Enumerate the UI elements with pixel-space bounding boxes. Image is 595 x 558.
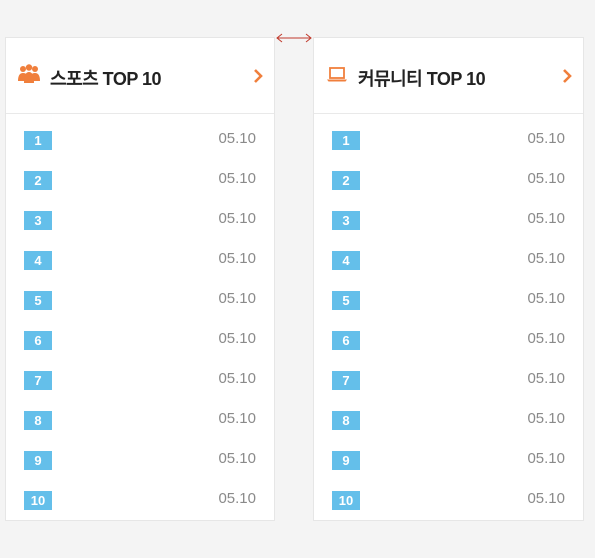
item-date: 05.10 (527, 490, 565, 507)
chevron-right-icon[interactable] (252, 68, 264, 84)
list-item[interactable]: 3 05.10 (6, 210, 274, 250)
rank-badge: 2 (24, 171, 52, 190)
users-icon (18, 64, 40, 83)
item-date: 05.10 (527, 170, 565, 187)
list-item[interactable]: 2 05.10 (6, 170, 274, 210)
resize-horizontal-icon[interactable] (274, 31, 314, 45)
rank-badge: 2 (332, 171, 360, 190)
rank-badge: 8 (24, 411, 52, 430)
item-date: 05.10 (218, 130, 256, 147)
list-item[interactable]: 3 05.10 (314, 210, 583, 250)
list-item[interactable]: 10 05.10 (6, 490, 274, 530)
rank-list: 1 05.10 2 05.10 3 05.10 4 05.10 5 05.10 6 05.1… (314, 130, 583, 530)
rank-badge: 1 (24, 131, 52, 150)
rank-badge: 10 (24, 491, 52, 510)
rank-badge: 5 (24, 291, 52, 310)
item-date: 05.10 (527, 330, 565, 347)
list-item[interactable]: 5 05.10 (314, 290, 583, 330)
list-item[interactable]: 7 05.10 (6, 370, 274, 410)
rank-badge: 4 (332, 251, 360, 270)
item-date: 05.10 (218, 330, 256, 347)
page: 스포츠 TOP 10 1 05.10 2 05.10 3 05.10 4 05.10 5… (0, 0, 595, 558)
list-item[interactable]: 6 05.10 (314, 330, 583, 370)
rank-badge: 9 (332, 451, 360, 470)
list-item[interactable]: 6 05.10 (6, 330, 274, 370)
list-item[interactable]: 5 05.10 (6, 290, 274, 330)
rank-badge: 10 (332, 491, 360, 510)
rank-badge: 1 (332, 131, 360, 150)
rank-badge: 3 (24, 211, 52, 230)
item-date: 05.10 (218, 210, 256, 227)
item-date: 05.10 (527, 250, 565, 267)
item-date: 05.10 (527, 410, 565, 427)
item-date: 05.10 (527, 450, 565, 467)
item-date: 05.10 (527, 370, 565, 387)
panel-title: 스포츠 TOP 10 (50, 69, 162, 89)
list-item[interactable]: 9 05.10 (6, 450, 274, 490)
item-date: 05.10 (218, 490, 256, 507)
item-date: 05.10 (218, 410, 256, 427)
rank-badge: 3 (332, 211, 360, 230)
list-item[interactable]: 7 05.10 (314, 370, 583, 410)
list-item[interactable]: 2 05.10 (314, 170, 583, 210)
panel-header: 스포츠 TOP 10 (6, 38, 274, 114)
sports-top10-panel: 스포츠 TOP 10 1 05.10 2 05.10 3 05.10 4 05.10 5… (5, 37, 275, 521)
list-item[interactable]: 8 05.10 (314, 410, 583, 450)
item-date: 05.10 (527, 290, 565, 307)
item-date: 05.10 (218, 290, 256, 307)
item-date: 05.10 (527, 130, 565, 147)
rank-badge: 7 (24, 371, 52, 390)
item-date: 05.10 (218, 170, 256, 187)
list-item[interactable]: 1 05.10 (6, 130, 274, 170)
panel-header: 커뮤니티 TOP 10 (314, 38, 583, 114)
list-item[interactable]: 8 05.10 (6, 410, 274, 450)
rank-list: 1 05.10 2 05.10 3 05.10 4 05.10 5 05.10 6 05.1… (6, 130, 274, 530)
list-item[interactable]: 9 05.10 (314, 450, 583, 490)
rank-badge: 8 (332, 411, 360, 430)
item-date: 05.10 (218, 450, 256, 467)
chevron-right-icon[interactable] (561, 68, 573, 84)
item-date: 05.10 (218, 250, 256, 267)
list-item[interactable]: 10 05.10 (314, 490, 583, 530)
rank-badge: 7 (332, 371, 360, 390)
rank-badge: 6 (24, 331, 52, 350)
list-item[interactable]: 1 05.10 (314, 130, 583, 170)
rank-badge: 5 (332, 291, 360, 310)
list-item[interactable]: 4 05.10 (314, 250, 583, 290)
rank-badge: 6 (332, 331, 360, 350)
item-date: 05.10 (218, 370, 256, 387)
community-top10-panel: 커뮤니티 TOP 10 1 05.10 2 05.10 3 05.10 4 05.10 … (313, 37, 584, 521)
item-date: 05.10 (527, 210, 565, 227)
rank-badge: 9 (24, 451, 52, 470)
rank-badge: 4 (24, 251, 52, 270)
panel-title: 커뮤니티 TOP 10 (358, 69, 486, 89)
laptop-icon (327, 67, 347, 82)
list-item[interactable]: 4 05.10 (6, 250, 274, 290)
